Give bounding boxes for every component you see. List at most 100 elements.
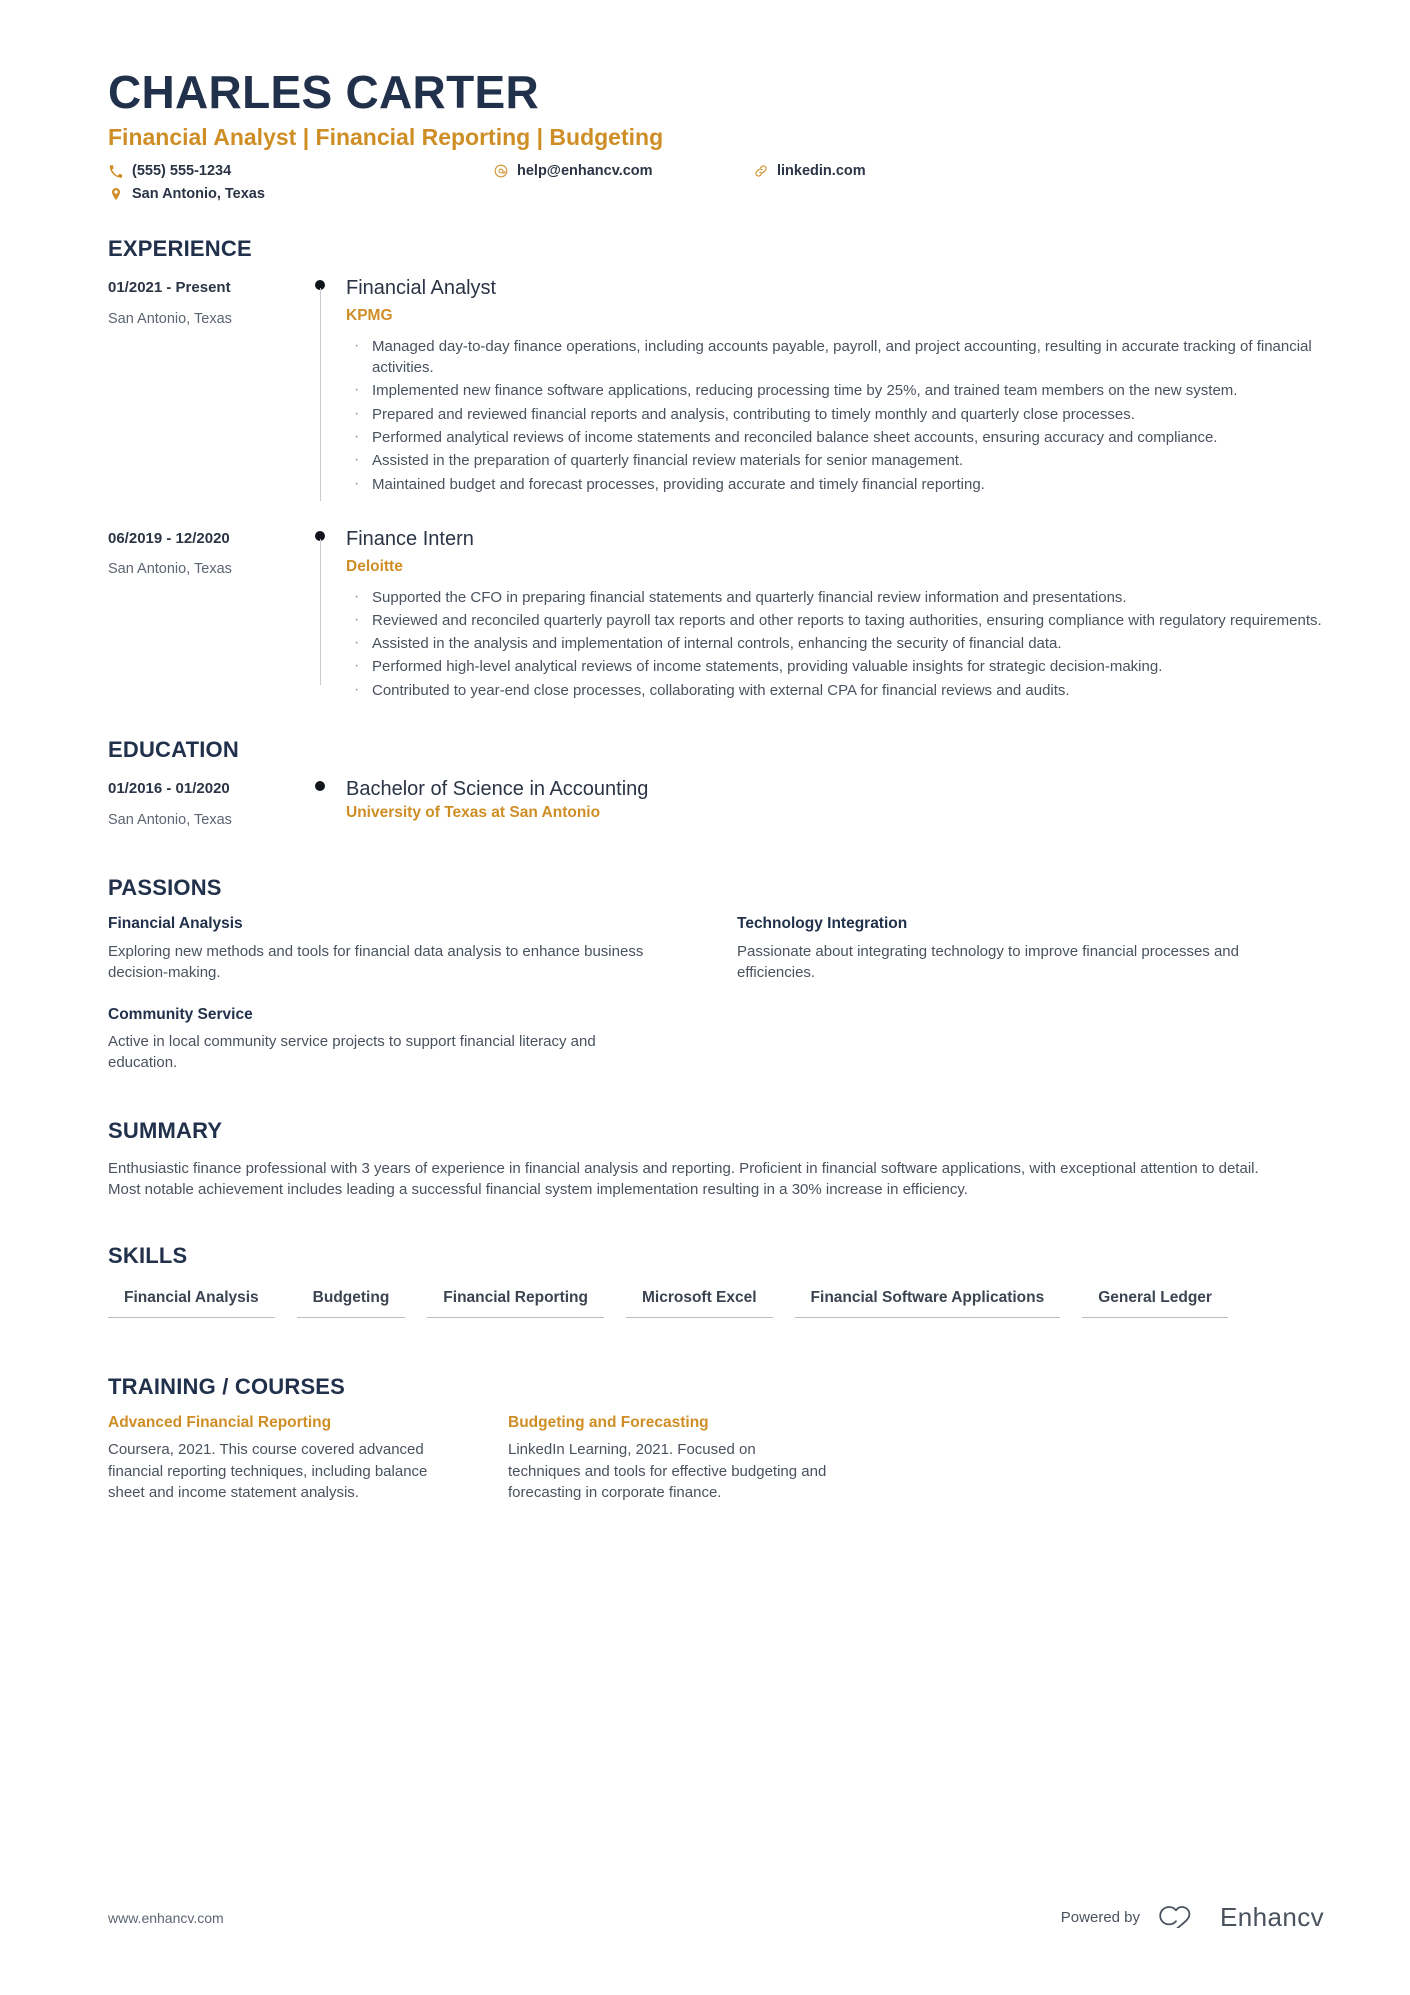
experience-entry-meta: 01/2021 - Present San Antonio, Texas (108, 276, 304, 497)
skill-chip: Financial Reporting (427, 1283, 604, 1318)
experience-entry: 06/2019 - 12/2020 San Antonio, Texas Fin… (108, 527, 1324, 703)
timeline-rail (304, 276, 346, 501)
candidate-name: CHARLES CARTER (108, 66, 539, 118)
experience-bullets: Managed day-to-day finance operations, i… (346, 335, 1324, 496)
bullet-item: Performed analytical reviews of income s… (346, 426, 1324, 449)
timeline-rail (304, 777, 346, 829)
contact-email: help@enhancv.com (493, 163, 753, 179)
skill-chip: General Ledger (1082, 1283, 1228, 1318)
passion-item: Technology Integration Passionate about … (737, 915, 1308, 983)
bullet-item: Assisted in the preparation of quarterly… (346, 449, 1324, 472)
experience-company: KPMG (346, 307, 393, 325)
timeline-line (319, 538, 321, 686)
experience-entry: 01/2021 - Present San Antonio, Texas Fin… (108, 276, 1324, 501)
experience-entry-body: Financial Analyst KPMG Managed day-to-da… (346, 276, 1324, 497)
link-icon (753, 164, 768, 178)
footer-website[interactable]: www.enhancv.com (108, 1910, 224, 1926)
contact-location: San Antonio, Texas (108, 186, 493, 202)
phone-icon (108, 165, 123, 178)
bullet-item: Managed day-to-day finance operations, i… (346, 335, 1324, 379)
enhancv-logo-icon (1156, 1902, 1208, 1933)
experience-company: Deloitte (346, 557, 403, 575)
bullet-item: Reviewed and reconciled quarterly payrol… (346, 609, 1324, 632)
bullet-item: Assisted in the analysis and implementat… (346, 632, 1324, 655)
education-entry: 01/2016 - 01/2020 San Antonio, Texas Bac… (108, 777, 1324, 829)
contact-linkedin[interactable]: linkedin.com (753, 163, 1324, 179)
summary-section-title: SUMMARY (108, 1117, 223, 1143)
education-entry-body: Bachelor of Science in Accounting Univer… (346, 777, 1324, 829)
education-location: San Antonio, Texas (108, 811, 232, 828)
powered-by-label: Powered by (1060, 1909, 1141, 1926)
resume-header: CHARLES CARTER Financial Analyst | Finan… (108, 66, 1324, 202)
bullet-item: Performed high-level analytical reviews … (346, 655, 1324, 678)
training-item: Budgeting and Forecasting LinkedIn Learn… (508, 1414, 828, 1503)
bullet-item: Implemented new finance software applica… (346, 379, 1324, 402)
enhancv-brand: Enhancv (1156, 1902, 1324, 1933)
passion-title: Financial Analysis (108, 915, 243, 933)
contact-phone: (555) 555-1234 (108, 163, 493, 179)
experience-section-title: EXPERIENCE (108, 236, 252, 262)
passion-item: Community Service Active in local commun… (108, 1006, 679, 1074)
page-footer: www.enhancv.com Powered by Enhancv (108, 1902, 1324, 1933)
skills-section-title: SKILLS (108, 1243, 188, 1269)
timeline-line (319, 288, 321, 501)
education-entry-meta: 01/2016 - 01/2020 San Antonio, Texas (108, 777, 304, 829)
education-degree: Bachelor of Science in Accounting (346, 778, 649, 801)
summary-section: SUMMARY Enthusiastic finance professiona… (108, 1118, 1324, 1202)
contact-phone-value: (555) 555-1234 (132, 163, 232, 180)
training-description: LinkedIn Learning, 2021. Focused on tech… (508, 1441, 827, 1502)
skill-chip: Financial Analysis (108, 1283, 275, 1318)
education-date: 01/2016 - 01/2020 (108, 780, 230, 798)
bullet-item: Supported the CFO in preparing financial… (346, 586, 1324, 609)
education-section-title: EDUCATION (108, 737, 239, 763)
education-section: EDUCATION 01/2016 - 01/2020 San Antonio,… (108, 737, 1324, 829)
resume-page: CHARLES CARTER Financial Analyst | Finan… (0, 0, 1410, 1995)
passion-description: Passionate about integrating technology … (737, 942, 1239, 982)
education-school: University of Texas at San Antonio (346, 804, 601, 822)
summary-text: Enthusiastic finance professional with 3… (108, 1159, 1259, 1199)
passion-description: Exploring new methods and tools for fina… (108, 942, 644, 982)
contact-linkedin-value: linkedin.com (777, 163, 866, 180)
powered-by-block: Powered by Enhancv (1061, 1902, 1324, 1933)
timeline-dot-icon (315, 781, 325, 792)
email-icon (493, 164, 508, 178)
candidate-tagline: Financial Analyst | Financial Reporting … (108, 123, 664, 150)
passions-grid: Financial Analysis Exploring new methods… (108, 915, 1308, 1073)
timeline-rail (304, 527, 346, 703)
passion-title: Technology Integration (737, 915, 908, 933)
experience-location: San Antonio, Texas (108, 561, 232, 578)
passion-item: Financial Analysis Exploring new methods… (108, 915, 679, 983)
bullet-item: Contributed to year-end close processes,… (346, 679, 1324, 702)
training-item: Advanced Financial Reporting Coursera, 2… (108, 1414, 428, 1503)
skill-chip: Financial Software Applications (794, 1283, 1061, 1318)
skills-list: Financial Analysis Budgeting Financial R… (108, 1283, 1288, 1318)
contact-email-value: help@enhancv.com (517, 163, 653, 180)
experience-role: Finance Intern (346, 527, 474, 550)
bullet-item: Maintained budget and forecast processes… (346, 473, 1324, 496)
experience-entry-body: Finance Intern Deloitte Supported the CF… (346, 527, 1324, 703)
experience-date: 01/2021 - Present (108, 279, 231, 297)
experience-entry-meta: 06/2019 - 12/2020 San Antonio, Texas (108, 527, 304, 703)
passions-section: PASSIONS Financial Analysis Exploring ne… (108, 875, 1324, 1073)
enhancv-brand-name: Enhancv (1220, 1902, 1324, 1932)
experience-section: EXPERIENCE 01/2021 - Present San Antonio… (108, 236, 1324, 703)
training-grid: Advanced Financial Reporting Coursera, 2… (108, 1414, 1324, 1503)
skills-section: SKILLS Financial Analysis Budgeting Fina… (108, 1243, 1324, 1318)
skill-chip: Budgeting (296, 1283, 406, 1318)
skill-chip: Microsoft Excel (625, 1283, 773, 1318)
passion-title: Community Service (108, 1005, 253, 1023)
experience-role: Financial Analyst (346, 277, 497, 300)
training-section: TRAINING / COURSES Advanced Financial Re… (108, 1374, 1324, 1503)
training-title: Advanced Financial Reporting (108, 1413, 332, 1431)
training-description: Coursera, 2021. This course covered adva… (108, 1441, 428, 1502)
contact-location-value: San Antonio, Texas (132, 186, 265, 203)
training-section-title: TRAINING / COURSES (108, 1373, 346, 1399)
bullet-item: Prepared and reviewed financial reports … (346, 403, 1324, 426)
experience-date: 06/2019 - 12/2020 (108, 529, 230, 547)
training-title: Budgeting and Forecasting (508, 1413, 709, 1431)
experience-bullets: Supported the CFO in preparing financial… (346, 586, 1324, 702)
passion-description: Active in local community service projec… (108, 1033, 596, 1072)
contact-info: (555) 555-1234 help@enhancv.com linkedin… (108, 163, 1324, 202)
experience-location: San Antonio, Texas (108, 310, 232, 327)
passions-section-title: PASSIONS (108, 875, 222, 901)
